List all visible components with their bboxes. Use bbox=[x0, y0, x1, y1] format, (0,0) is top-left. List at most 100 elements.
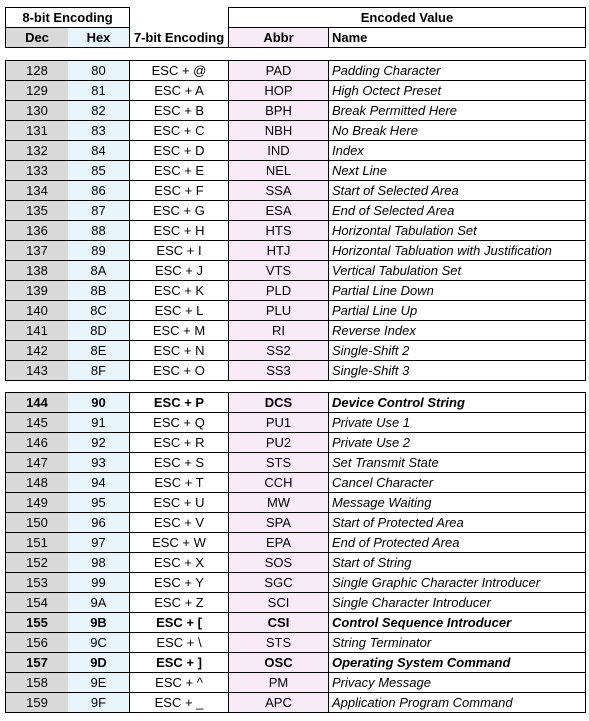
cell-7bit-encoding: ESC + D bbox=[129, 140, 229, 161]
cell-abbr: CCH bbox=[228, 472, 329, 493]
cell-dec: 130 bbox=[5, 100, 68, 121]
cell-abbr: PM bbox=[228, 672, 329, 693]
cell-abbr: STS bbox=[228, 452, 329, 473]
cell-abbr: CSI bbox=[228, 612, 329, 633]
cell-dec: 142 bbox=[5, 340, 68, 361]
cell-name: Index bbox=[328, 140, 586, 161]
table-row: 139 8B ESC + K PLD Partial Line Down bbox=[5, 280, 586, 301]
table-row: 158 9E ESC + ^ PM Privacy Message bbox=[5, 672, 586, 693]
cell-7bit-encoding: ESC + I bbox=[129, 240, 229, 261]
cell-dec: 148 bbox=[5, 472, 68, 493]
table-row: 142 8E ESC + N SS2 Single-Shift 2 bbox=[5, 340, 586, 361]
cell-dec: 156 bbox=[5, 632, 68, 653]
cell-name: Device Control String bbox=[328, 392, 586, 413]
cell-7bit-encoding: ESC + @ bbox=[129, 60, 229, 81]
cell-abbr: OSC bbox=[228, 652, 329, 673]
table-row: 155 9B ESC + [CSI Control Sequence Introduc… bbox=[5, 612, 586, 633]
cell-abbr: MW bbox=[228, 492, 329, 513]
table-header: 8-bit Encoding Encoded Value Dec Hex 7-b… bbox=[5, 7, 586, 48]
cell-hex: 84 bbox=[68, 140, 130, 161]
cell-dec: 154 bbox=[5, 592, 68, 613]
cell-hex: 93 bbox=[68, 452, 130, 473]
cell-abbr: EPA bbox=[228, 532, 329, 553]
table-row: 134 86 ESC + F SSA Start of Selected Area bbox=[5, 180, 586, 201]
cell-hex: 99 bbox=[68, 572, 130, 593]
cell-hex: 85 bbox=[68, 160, 130, 181]
cell-hex: 9A bbox=[68, 592, 130, 613]
cell-7bit-encoding: ESC + L bbox=[129, 300, 229, 321]
cell-7bit-encoding: ESC + Y bbox=[129, 572, 229, 593]
header-encoded-value: Encoded Value bbox=[228, 7, 586, 28]
cell-7bit-encoding: ESC + T bbox=[129, 472, 229, 493]
table-row: 141 8D ESC + M RI Reverse Index bbox=[5, 320, 586, 341]
table-group-1: 128 80 ESC + @ PAD Padding Character 129 81 ESC… bbox=[5, 60, 586, 381]
table-row: 130 82 ESC + B BPH Break Permitted Here bbox=[5, 100, 586, 121]
table-row: 153 99 ESC + Y SGC Single Graphic Character … bbox=[5, 572, 586, 593]
cell-hex: 8A bbox=[68, 260, 130, 281]
cell-name: High Octect Preset bbox=[328, 80, 586, 101]
table-row: 148 94 ESC + T CCH Cancel Character bbox=[5, 472, 586, 493]
cell-name: Vertical Tabulation Set bbox=[328, 260, 586, 281]
cell-hex: 81 bbox=[68, 80, 130, 101]
cell-abbr: SOS bbox=[228, 552, 329, 573]
cell-hex: 88 bbox=[68, 220, 130, 241]
cell-name: End of Selected Area bbox=[328, 200, 586, 221]
header-7bit-encoding: 7-bit Encoding bbox=[129, 27, 229, 48]
cell-hex: 8E bbox=[68, 340, 130, 361]
cell-7bit-encoding: ESC + ] bbox=[129, 652, 229, 673]
cell-abbr: HTS bbox=[228, 220, 329, 241]
cell-hex: 83 bbox=[68, 120, 130, 141]
cell-7bit-encoding: ESC + R bbox=[129, 432, 229, 453]
cell-hex: 9C bbox=[68, 632, 130, 653]
cell-hex: 8B bbox=[68, 280, 130, 301]
cell-abbr: HTJ bbox=[228, 240, 329, 261]
cell-dec: 145 bbox=[5, 412, 68, 433]
cell-7bit-encoding: ESC + X bbox=[129, 552, 229, 573]
cell-hex: 9D bbox=[68, 652, 130, 673]
table-row: 136 88 ESC + H HTS Horizontal Tabulation Set bbox=[5, 220, 586, 241]
cell-name: Privacy Message bbox=[328, 672, 586, 693]
cell-abbr: HOP bbox=[228, 80, 329, 101]
cell-7bit-encoding: ESC + P bbox=[129, 392, 229, 413]
table-row: 135 87 ESC + G ESA End of Selected Area bbox=[5, 200, 586, 221]
table-row: 128 80 ESC + @ PAD Padding Character bbox=[5, 60, 586, 81]
cell-7bit-encoding: ESC + B bbox=[129, 100, 229, 121]
table-row: 145 91 ESC + Q PU1 Private Use 1 bbox=[5, 412, 586, 433]
cell-7bit-encoding: ESC + H bbox=[129, 220, 229, 241]
cell-dec: 136 bbox=[5, 220, 68, 241]
cell-name: Single Graphic Character Introducer bbox=[328, 572, 586, 593]
cell-name: Reverse Index bbox=[328, 320, 586, 341]
table-row: 150 96 ESC + V SPA Start of Protected Area bbox=[5, 512, 586, 533]
cell-name: Single-Shift 3 bbox=[328, 360, 586, 381]
header-name: Name bbox=[328, 27, 586, 48]
cell-hex: 98 bbox=[68, 552, 130, 573]
cell-name: Private Use 2 bbox=[328, 432, 586, 453]
cell-abbr: SGC bbox=[228, 572, 329, 593]
header-group-row: 8-bit Encoding Encoded Value bbox=[5, 7, 586, 28]
table-row: 149 95 ESC + U MW Message Waiting bbox=[5, 492, 586, 513]
cell-name: Start of String bbox=[328, 552, 586, 573]
header-blank bbox=[129, 7, 229, 28]
cell-name: Partial Line Up bbox=[328, 300, 586, 321]
cell-name: Single Character Introducer bbox=[328, 592, 586, 613]
table-row: 154 9A ESC + Z SCI Single Character Introduc… bbox=[5, 592, 586, 613]
table-row: 159 9F ESC + _ APC Application Program Comma… bbox=[5, 692, 586, 713]
cell-dec: 150 bbox=[5, 512, 68, 533]
cell-abbr: SPA bbox=[228, 512, 329, 533]
cell-hex: 80 bbox=[68, 60, 130, 81]
cell-abbr: PLU bbox=[228, 300, 329, 321]
cell-dec: 155 bbox=[5, 612, 68, 633]
cell-dec: 134 bbox=[5, 180, 68, 201]
cell-hex: 9F bbox=[68, 692, 130, 713]
cell-7bit-encoding: ESC + U bbox=[129, 492, 229, 513]
cell-abbr: SS3 bbox=[228, 360, 329, 381]
table-row: 156 9C ESC + \ STS String Terminator bbox=[5, 632, 586, 653]
cell-name: Application Program Command bbox=[328, 692, 586, 713]
cell-dec: 128 bbox=[5, 60, 68, 81]
cell-name: Horizontal Tabluation with Justification bbox=[328, 240, 586, 261]
cell-abbr: ESA bbox=[228, 200, 329, 221]
cell-7bit-encoding: ESC + W bbox=[129, 532, 229, 553]
cell-abbr: PU1 bbox=[228, 412, 329, 433]
cell-name: Horizontal Tabulation Set bbox=[328, 220, 586, 241]
cell-abbr: RI bbox=[228, 320, 329, 341]
